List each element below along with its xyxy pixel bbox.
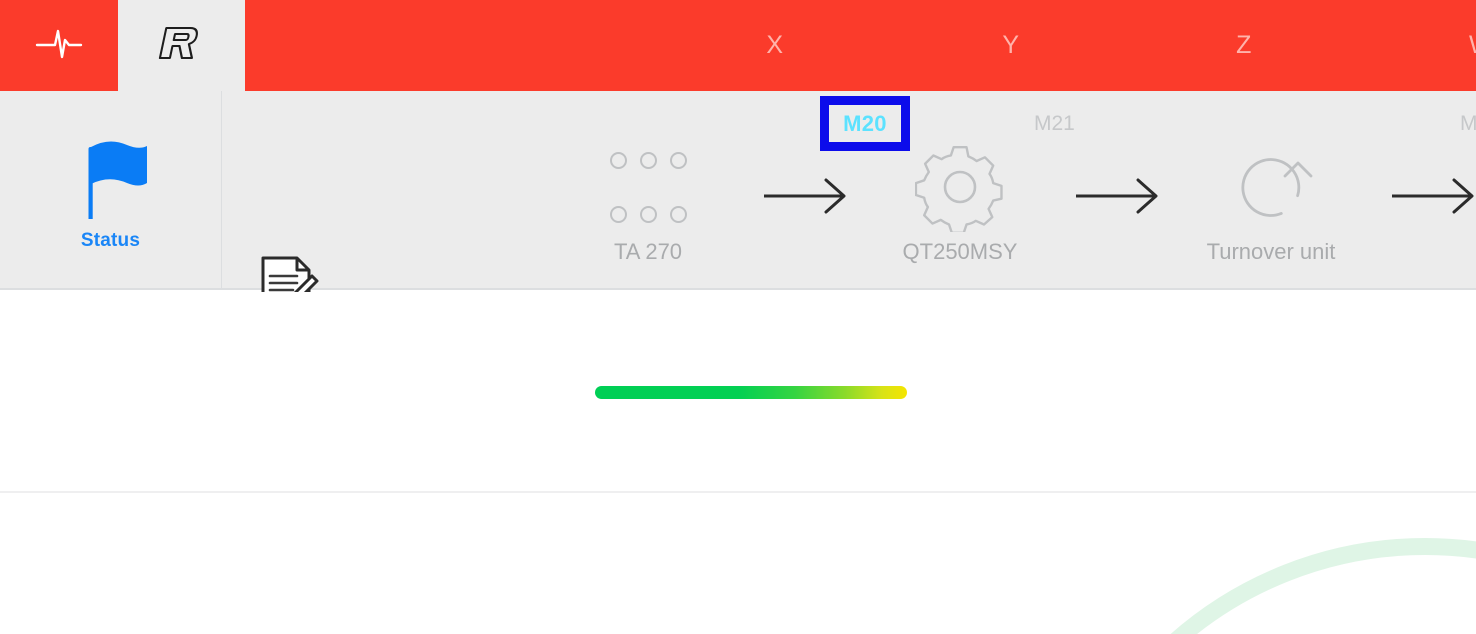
- dot-indicator: [639, 205, 657, 223]
- dot-indicator: [639, 151, 657, 169]
- status-button[interactable]: Status: [0, 91, 221, 288]
- gauge-arc-region: [0, 493, 1476, 634]
- application-window: X Y Z W Status: [0, 0, 1476, 634]
- flow-arrow-2-icon: [1072, 176, 1168, 216]
- toolbar-divider: [221, 91, 222, 288]
- flow-arrow-1-icon: [760, 176, 856, 216]
- tab-pulse[interactable]: [0, 0, 118, 91]
- status-label: Status: [80, 230, 141, 251]
- station-caption-ta270: TA 270: [613, 239, 683, 264]
- dot-indicator: [669, 205, 687, 223]
- pulse-icon: [31, 23, 87, 68]
- gauge-arc: [1040, 538, 1476, 634]
- station-ta270[interactable]: TA 270: [548, 139, 748, 265]
- gradient-progress-bar: [595, 386, 907, 399]
- dot-indicator: [609, 205, 627, 223]
- rotate-icon: [1223, 139, 1319, 235]
- station-caption-qt250msy: QT250MSY: [902, 239, 1018, 264]
- station-qt250msy[interactable]: QT250MSY: [860, 139, 1060, 265]
- main-canvas: [0, 292, 1476, 634]
- flag-icon: [69, 127, 153, 224]
- machine-label-m20[interactable]: M20: [820, 96, 910, 151]
- machine-label-m21[interactable]: M21: [1034, 112, 1075, 136]
- station-turnover-unit[interactable]: Turnover unit: [1171, 139, 1371, 265]
- gear-icon: [915, 139, 1005, 235]
- axis-label-z[interactable]: Z: [1181, 0, 1307, 91]
- flow-arrow-3-icon: [1388, 176, 1476, 216]
- r-logo-icon: [152, 20, 212, 71]
- tab-brand[interactable]: [118, 0, 245, 91]
- dot-matrix-icon: [603, 139, 693, 235]
- machine-label-next[interactable]: M: [1460, 112, 1476, 136]
- machine-flow-toolbar: Status TA 270 QT250MSY M20 M21 Turnover …: [0, 91, 1476, 317]
- dot-indicator: [669, 151, 687, 169]
- dot-indicator: [609, 151, 627, 169]
- axis-label-y[interactable]: Y: [948, 0, 1074, 91]
- axis-label-w[interactable]: W: [1418, 0, 1476, 91]
- axis-label-x[interactable]: X: [712, 0, 838, 91]
- top-tab-bar: X Y Z W: [0, 0, 1476, 91]
- station-caption-turnover: Turnover unit: [1206, 239, 1336, 264]
